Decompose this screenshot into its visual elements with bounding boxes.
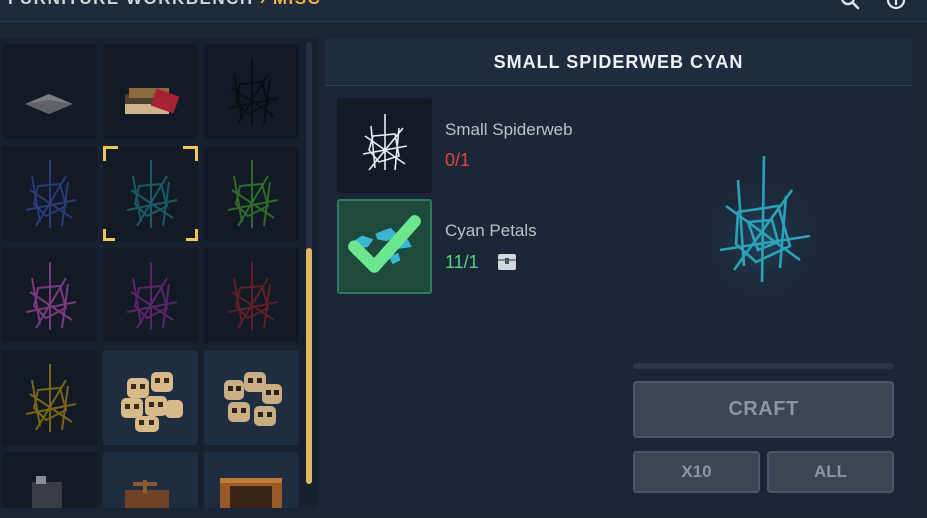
- grid-slot-spiderweb-green[interactable]: [204, 146, 299, 241]
- grid-slot-skull-pile[interactable]: [103, 350, 198, 445]
- grid-slot-spiderweb-pink[interactable]: [2, 248, 97, 343]
- craft-x10-button[interactable]: X10: [633, 451, 760, 493]
- spiderweb-black-icon: [227, 58, 279, 126]
- spiderweb-blue-icon: [25, 160, 77, 228]
- grid-slot-floor-tile[interactable]: [2, 44, 97, 139]
- craft-progress-bar: [633, 363, 894, 369]
- grid-slot-spiderweb-blue[interactable]: [2, 146, 97, 241]
- grid-scrollbar-thumb[interactable]: [306, 248, 312, 484]
- spiderweb-pink-icon: [25, 262, 77, 330]
- book-stack-icon: [125, 88, 180, 114]
- grid-slot-spiderweb-black[interactable]: [204, 44, 299, 139]
- spiderweb-cyan-icon: [700, 155, 824, 298]
- grid-slot-spiderweb-cyan[interactable]: [103, 146, 198, 241]
- breadcrumb: FURNITURE WORKBENCH › MISC: [8, 0, 321, 9]
- spiderweb-purple-icon: [126, 262, 178, 330]
- spiderweb-red-icon: [227, 262, 279, 330]
- top-bar: FURNITURE WORKBENCH › MISC: [0, 0, 927, 22]
- grid-slot-stone-block[interactable]: [2, 452, 97, 508]
- recipe-header: SMALL SPIDERWEB CYAN: [325, 38, 912, 86]
- item-grid: [0, 38, 318, 508]
- ingredient-count: 0/1: [445, 150, 471, 170]
- breadcrumb-parent[interactable]: FURNITURE WORKBENCH: [8, 0, 254, 8]
- info-icon[interactable]: [886, 0, 906, 10]
- breadcrumb-separator: ›: [260, 0, 267, 8]
- search-icon[interactable]: [840, 0, 860, 10]
- grid-slot-spiderweb-yellow[interactable]: [2, 350, 97, 445]
- ingredient-count: 11/1: [445, 252, 479, 272]
- check-icon: [348, 215, 421, 273]
- ingredient-name: Cyan Petals: [445, 221, 537, 240]
- craft-button[interactable]: CRAFT: [633, 381, 894, 438]
- recipe-title: SMALL SPIDERWEB CYAN: [493, 52, 744, 72]
- wooden-crate-icon: [220, 478, 282, 508]
- spiderweb-yellow-icon: [25, 364, 77, 432]
- wooden-cart-icon: [125, 480, 169, 508]
- grid-slot-skull-pile-dark[interactable]: [204, 350, 299, 445]
- ingredient-slot-cyan-petals[interactable]: [337, 199, 432, 294]
- spiderweb-white-icon: [362, 114, 408, 171]
- skull-pile-icon: [121, 372, 183, 432]
- item-preview: [682, 150, 842, 300]
- stone-block-icon: [32, 476, 62, 508]
- grid-slot-spiderweb-purple[interactable]: [103, 248, 198, 343]
- floor-tile-icon: [25, 94, 73, 114]
- chest-icon: [498, 254, 516, 270]
- grid-slot-spiderweb-red[interactable]: [204, 248, 299, 343]
- ingredient-slot-small-spiderweb[interactable]: [337, 98, 432, 193]
- skull-pile-dark-icon: [224, 372, 282, 426]
- grid-slot-book-stack[interactable]: [103, 44, 198, 139]
- ingredient-name: Small Spiderweb: [445, 120, 573, 139]
- craft-all-button[interactable]: ALL: [767, 451, 894, 493]
- grid-slot-wooden-cart[interactable]: [103, 452, 198, 508]
- spiderweb-cyan-icon: [126, 160, 178, 228]
- grid-slot-wooden-crate[interactable]: [204, 452, 299, 508]
- spiderweb-green-icon: [227, 160, 279, 228]
- breadcrumb-current: MISC: [273, 0, 322, 8]
